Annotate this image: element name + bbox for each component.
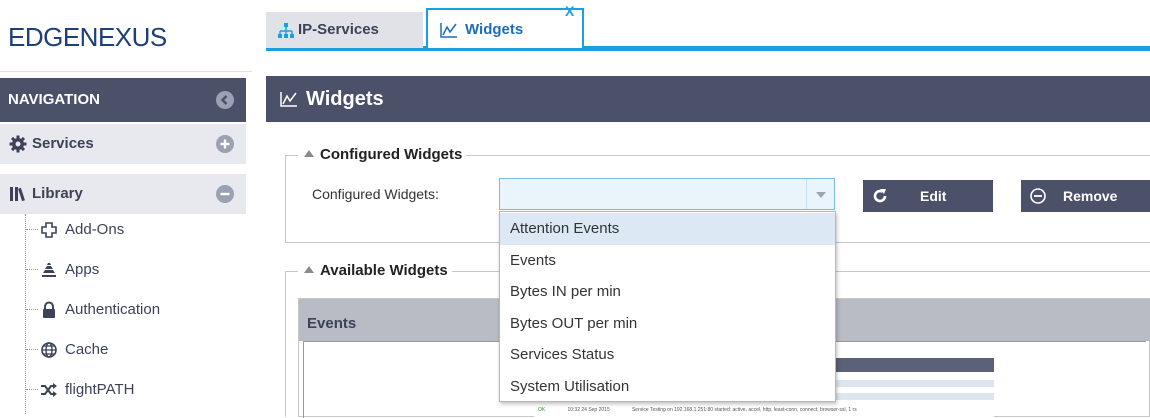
minus-icon[interactable] [216, 185, 234, 203]
dropdown-option[interactable]: Attention Events [500, 213, 835, 245]
navigation-title: NAVIGATION [8, 91, 100, 108]
sidebar-section-label: Library [32, 185, 83, 202]
minus-circle-icon [1030, 188, 1046, 204]
dropdown-arrow-icon[interactable] [806, 179, 834, 209]
sidebar-item-label: flightPATH [65, 381, 135, 398]
dropdown-option[interactable]: Bytes OUT per min [500, 308, 835, 340]
tab-label: IP-Services [298, 21, 379, 38]
dropdown-option[interactable]: System Utilisation [500, 371, 835, 403]
chart-line-icon [280, 92, 297, 107]
available-widgets-legend[interactable]: Available Widgets [298, 262, 452, 279]
remove-button[interactable]: Remove [1021, 180, 1150, 212]
puzzle-icon [41, 222, 57, 238]
sidebar: EDGENEXUS NAVIGATION Services Library Ad… [0, 0, 255, 417]
edgenexus-logo-icon: EDGENEXUS [8, 24, 167, 50]
sidebar-item-add-ons[interactable]: Add-Ons [0, 210, 246, 250]
sidebar-item-label: Apps [65, 261, 100, 278]
apps-stack-icon [42, 263, 56, 277]
sidebar-item-authentication[interactable]: Authentication [0, 290, 246, 330]
sidebar-item-label: Authentication [65, 301, 161, 318]
library-icon [10, 187, 25, 202]
svg-text:EDGENEXUS: EDGENEXUS [8, 24, 167, 50]
network-icon [278, 23, 294, 38]
collapse-nav-icon[interactable] [216, 91, 234, 109]
configured-widgets-select[interactable] [499, 178, 835, 210]
sidebar-item-apps[interactable]: Apps [0, 250, 246, 290]
sidebar-section-services[interactable]: Services [0, 124, 246, 164]
dropdown-option[interactable]: Bytes IN per min [500, 276, 835, 308]
navigation-header[interactable]: NAVIGATION [0, 78, 246, 122]
page-title: Widgets [306, 88, 384, 110]
tab-bar: IP-Services Widgets X [266, 0, 1150, 56]
gear-icon [9, 135, 27, 153]
plus-icon[interactable] [216, 135, 234, 153]
configured-widgets-label: Configured Widgets: [312, 186, 439, 202]
configured-widgets-legend[interactable]: Configured Widgets [298, 146, 467, 163]
lock-icon [43, 301, 55, 318]
sidebar-section-label: Services [32, 135, 94, 152]
sidebar-item-cache[interactable]: Cache [0, 330, 246, 370]
globe-icon [41, 342, 57, 358]
sidebar-section-library[interactable]: Library [0, 174, 246, 214]
panel-header: Widgets [266, 76, 1150, 122]
tab-widgets[interactable]: Widgets [426, 8, 584, 48]
brand-logo: EDGENEXUS [0, 0, 252, 72]
sidebar-item-label: Add-Ons [65, 221, 125, 238]
collapse-triangle-icon[interactable] [304, 150, 314, 157]
close-tab-icon[interactable]: X [565, 4, 574, 18]
sidebar-item-label: Cache [65, 341, 109, 358]
collapse-triangle-icon[interactable] [304, 266, 314, 273]
dropdown-option[interactable]: Services Status [500, 339, 835, 371]
thumbnail-row: OK 10:32 24 Sep 2015 Service Testing on … [538, 407, 857, 413]
refresh-icon [873, 189, 887, 203]
tab-ip-services[interactable]: IP-Services [266, 12, 423, 48]
widgets-dropdown-list: Attention Events Events Bytes IN per min… [499, 211, 836, 402]
edit-button[interactable]: Edit [863, 180, 993, 212]
tab-label: Widgets [465, 21, 524, 38]
chart-line-icon [440, 23, 457, 38]
shuffle-icon [41, 383, 57, 397]
dropdown-option[interactable]: Events [500, 245, 835, 277]
sidebar-item-flightpath[interactable]: flightPATH [0, 370, 246, 410]
